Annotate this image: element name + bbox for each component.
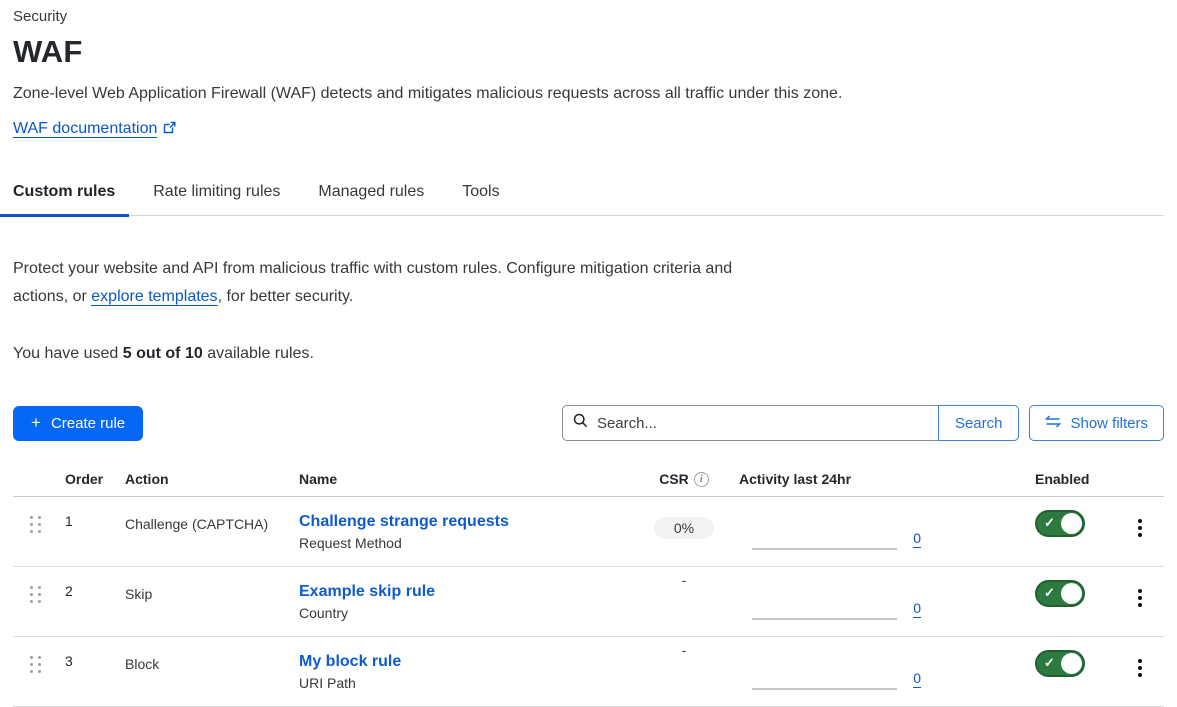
usage-count: 5 out of 10 <box>123 345 203 362</box>
usage-suffix: available rules. <box>203 345 314 362</box>
create-rule-label: Create rule <box>51 415 125 432</box>
table-row: 2 Skip Example skip rule Country - 0 ✓ <box>13 567 1164 637</box>
csr-value: - <box>629 567 739 588</box>
create-rule-button[interactable]: + Create rule <box>13 406 143 441</box>
activity-count-link[interactable]: 0 <box>913 670 921 688</box>
table-header-row: Order Action Name CSR i Activity last 24… <box>13 463 1164 497</box>
column-header-action: Action <box>125 471 299 487</box>
check-icon: ✓ <box>1044 655 1055 671</box>
column-header-activity: Activity last 24hr <box>739 471 935 487</box>
kebab-menu-icon[interactable] <box>1131 519 1149 537</box>
usage-summary: You have used 5 out of 10 available rule… <box>13 345 1151 363</box>
tab-rate-limiting-rules[interactable]: Rate limiting rules <box>139 173 294 215</box>
check-icon: ✓ <box>1044 515 1055 531</box>
search-box <box>562 405 939 441</box>
search-button[interactable]: Search <box>938 405 1020 441</box>
rule-name-link[interactable]: Challenge strange requests <box>299 513 509 531</box>
kebab-menu-icon[interactable] <box>1131 659 1149 677</box>
activity-sparkline: 0 <box>739 637 935 707</box>
external-link-icon <box>163 121 176 139</box>
tab-custom-rules[interactable]: Custom rules <box>0 173 129 217</box>
swap-arrows-icon <box>1045 415 1061 432</box>
table-row: 1 Challenge (CAPTCHA) Challenge strange … <box>13 497 1164 567</box>
plus-icon: + <box>31 413 41 433</box>
page-description: Zone-level Web Application Firewall (WAF… <box>13 85 1151 103</box>
explore-templates-link[interactable]: explore templates <box>91 288 217 306</box>
rule-order: 2 <box>65 567 125 599</box>
csr-badge: 0% <box>654 517 714 539</box>
breadcrumb: Security <box>13 8 1151 25</box>
kebab-menu-icon[interactable] <box>1131 589 1149 607</box>
rule-order: 3 <box>65 637 125 669</box>
activity-count-link[interactable]: 0 <box>913 530 921 548</box>
search-input[interactable] <box>597 415 928 432</box>
column-header-name: Name <box>299 471 629 487</box>
csr-value: - <box>629 637 739 658</box>
sparkline-baseline <box>752 618 897 620</box>
column-header-csr: CSR <box>659 471 689 487</box>
usage-prefix: You have used <box>13 345 123 362</box>
info-icon[interactable]: i <box>694 472 709 487</box>
activity-count-link[interactable]: 0 <box>913 600 921 618</box>
enabled-toggle[interactable]: ✓ <box>1035 580 1085 607</box>
toolbar: + Create rule Search Show filters <box>13 405 1164 441</box>
show-filters-label: Show filters <box>1070 415 1148 432</box>
tab-managed-rules[interactable]: Managed rules <box>304 173 438 215</box>
rule-action: Challenge (CAPTCHA) <box>125 497 299 535</box>
column-header-order: Order <box>65 471 125 487</box>
waf-documentation-link[interactable]: WAF documentation <box>13 120 157 138</box>
rule-name-link[interactable]: My block rule <box>299 653 401 671</box>
waf-page: Security WAF Zone-level Web Application … <box>0 0 1164 707</box>
rule-name-link[interactable]: Example skip rule <box>299 583 435 601</box>
show-filters-button[interactable]: Show filters <box>1029 405 1164 441</box>
rule-action: Skip <box>125 567 299 605</box>
table-row: 3 Block My block rule URI Path - 0 ✓ <box>13 637 1164 707</box>
rules-table: Order Action Name CSR i Activity last 24… <box>13 463 1164 707</box>
drag-handle-icon[interactable] <box>30 586 42 603</box>
search-icon <box>573 413 588 433</box>
rule-order: 1 <box>65 497 125 529</box>
check-icon: ✓ <box>1044 585 1055 601</box>
enabled-toggle[interactable]: ✓ <box>1035 650 1085 677</box>
enabled-toggle[interactable]: ✓ <box>1035 510 1085 537</box>
tab-tools[interactable]: Tools <box>448 173 513 215</box>
rule-field: Country <box>299 605 629 621</box>
rule-action: Block <box>125 637 299 675</box>
drag-handle-icon[interactable] <box>30 656 42 673</box>
activity-sparkline: 0 <box>739 567 935 637</box>
page-title: WAF <box>13 34 1151 70</box>
rule-field: URI Path <box>299 675 629 691</box>
tab-bar: Custom rules Rate limiting rules Managed… <box>13 173 1164 216</box>
intro-text: Protect your website and API from malici… <box>13 255 748 311</box>
intro-text-after: , for better security. <box>218 288 354 305</box>
drag-handle-icon[interactable] <box>30 516 42 533</box>
rule-field: Request Method <box>299 535 629 551</box>
sparkline-baseline <box>752 688 897 690</box>
column-header-enabled: Enabled <box>1035 471 1115 487</box>
sparkline-baseline <box>752 548 897 550</box>
activity-sparkline: 0 <box>739 497 935 567</box>
